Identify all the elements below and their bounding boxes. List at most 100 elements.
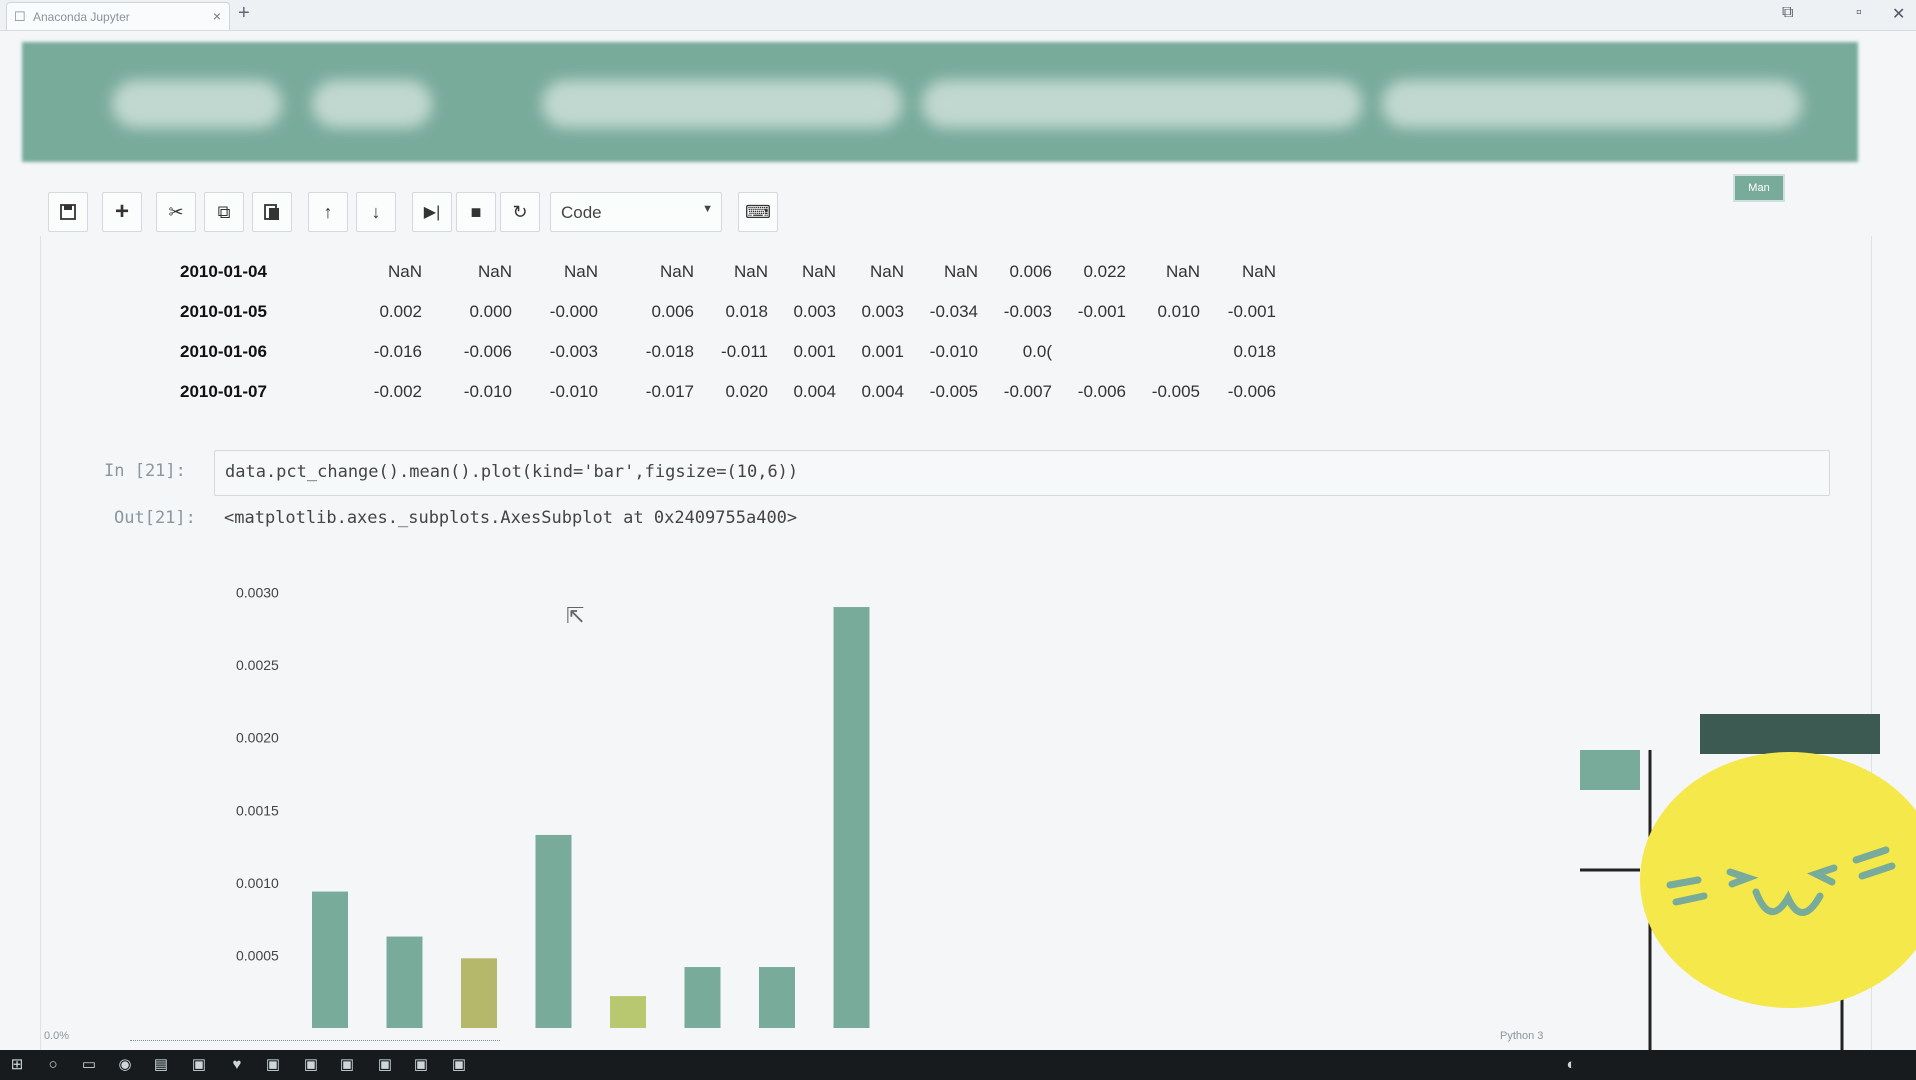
save-icon[interactable] <box>48 192 88 232</box>
folder-icon[interactable]: ▤ <box>152 1056 170 1074</box>
move-down-icon[interactable]: ↓ <box>356 192 396 232</box>
table-cell: 0.001 <box>861 342 904 361</box>
table-cell: -0.001 <box>1077 302 1126 321</box>
restore-icon[interactable]: ⧉ <box>1782 4 1793 22</box>
bar-6 <box>684 967 721 1028</box>
app-icon[interactable]: ▣ <box>450 1056 468 1074</box>
table-cell: -0.010 <box>929 342 978 361</box>
close-tab-icon[interactable]: × <box>213 8 221 24</box>
table-cell: NaN <box>387 262 422 281</box>
row-index: 2010-01-06 <box>180 342 267 361</box>
in-prompt: In [21]: <box>104 461 186 481</box>
table-cell: 0.002 <box>379 302 422 321</box>
bar-7 <box>759 967 795 1028</box>
y-tick-label: 0.0015 <box>236 802 279 818</box>
bar-1 <box>312 891 348 1028</box>
table-cell: -0.003 <box>1003 302 1052 321</box>
y-tick-label: 0.0030 <box>236 585 279 601</box>
search-icon[interactable]: ○ <box>44 1056 62 1074</box>
close-icon[interactable]: ✕ <box>1892 4 1905 24</box>
cut-icon[interactable]: ✂ <box>156 192 196 232</box>
table-cell: NaN <box>869 262 904 281</box>
table-cell: -0.007 <box>1003 382 1052 401</box>
table-cell: NaN <box>563 262 598 281</box>
code-text[interactable]: data.pct_change().mean().plot(kind='bar'… <box>225 462 798 482</box>
restart-icon[interactable]: ↻ <box>500 192 540 232</box>
table-cell: NaN <box>801 262 836 281</box>
table-cell: -0.006 <box>1077 382 1126 401</box>
table-cell: NaN <box>1165 262 1200 281</box>
code-cell[interactable]: data.pct_change().mean().plot(kind='bar'… <box>214 450 1830 496</box>
app-icon[interactable]: ▣ <box>376 1056 394 1074</box>
start-icon[interactable]: ⊞ <box>8 1056 26 1074</box>
stop-icon[interactable]: ■ <box>456 192 496 232</box>
row-index: 2010-01-05 <box>180 302 267 321</box>
table-cell: -0.010 <box>463 382 512 401</box>
new-tab-button[interactable]: + <box>238 2 250 25</box>
tab-title: Anaconda Jupyter <box>33 10 130 24</box>
move-up-icon[interactable]: ↑ <box>308 192 348 232</box>
table-cell: 0.004 <box>793 382 836 401</box>
y-tick-label: 0.0020 <box>236 730 279 746</box>
status-bar: 0.0% Python 3 <box>0 1024 1916 1050</box>
table-cell: -0.001 <box>1227 302 1276 321</box>
output-text: <matplotlib.axes._subplots.AxesSubplot a… <box>224 508 798 528</box>
bar-4 <box>535 834 572 1028</box>
cell-type-select[interactable]: Code ▼ <box>550 192 722 232</box>
table-cell: -0.006 <box>1227 382 1276 401</box>
y-tick-label: 0.0025 <box>236 657 279 673</box>
table-cell: -0.017 <box>645 382 694 401</box>
app-icon[interactable]: ♥ <box>228 1056 246 1074</box>
table-cell: NaN <box>1241 262 1276 281</box>
table-cell: 0.022 <box>1083 262 1126 281</box>
copy-icon[interactable]: ⧉ <box>204 192 244 232</box>
bar-2 <box>386 936 423 1028</box>
mouse-cursor-icon: ⇱ <box>566 603 585 628</box>
table-cell: -0.000 <box>549 302 598 321</box>
table-cell: -0.005 <box>929 382 978 401</box>
sticker-overlay <box>1580 714 1916 1055</box>
table-cell: NaN <box>943 262 978 281</box>
run-icon[interactable]: ▶| <box>412 192 452 232</box>
table-cell: -0.016 <box>373 342 422 361</box>
table-cell: 0.010 <box>1157 302 1200 321</box>
app-icon[interactable]: ▣ <box>412 1056 430 1074</box>
table-cell: -0.006 <box>463 342 512 361</box>
app-icon[interactable]: ▣ <box>264 1056 282 1074</box>
app-icon[interactable]: ▣ <box>302 1056 320 1074</box>
app-icon[interactable]: ▣ <box>190 1056 208 1074</box>
keyboard-icon[interactable]: ⌨ <box>738 192 778 232</box>
add-icon[interactable]: + <box>102 192 142 232</box>
blurred-header-content <box>22 42 1858 162</box>
table-cell: -0.005 <box>1151 382 1200 401</box>
dataframe-output: 2010-01-04 NaN NaN NaN NaN NaN NaN NaN NaN 0.006 0… <box>180 252 1276 412</box>
table-cell: -0.018 <box>645 342 694 361</box>
task-view-icon[interactable]: ▭ <box>80 1056 98 1074</box>
table-row: 2010-01-07 -0.002 -0.010 -0.010 -0.017 0.020 0… <box>180 372 1276 412</box>
paste-icon[interactable] <box>252 192 292 232</box>
table-row: 2010-01-04 NaN NaN NaN NaN NaN NaN NaN NaN 0.006 0… <box>180 252 1276 292</box>
table-cell: 0.001 <box>793 342 836 361</box>
table-cell: NaN <box>733 262 768 281</box>
table-cell: NaN <box>659 262 694 281</box>
browser-app-icon[interactable]: ◉ <box>116 1056 134 1074</box>
status-left: 0.0% <box>44 1030 70 1042</box>
table-cell: -0.003 <box>549 342 598 361</box>
tray-icon[interactable]: ◐ <box>1562 1056 1580 1074</box>
kernel-badge[interactable]: Man <box>1733 174 1785 202</box>
table-row: 2010-01-05 0.002 0.000 -0.000 0.006 0.018 0.00… <box>180 292 1276 332</box>
out-prompt: Out[21]: <box>114 508 196 528</box>
table-cell: 0.003 <box>861 302 904 321</box>
table-cell: 0.006 <box>651 302 694 321</box>
browser-tab[interactable]: ☐ Anaconda Jupyter × <box>6 2 230 30</box>
app-icon[interactable]: ▣ <box>338 1056 356 1074</box>
status-link[interactable] <box>130 1032 500 1041</box>
minimize-icon[interactable]: ▫ <box>1856 4 1862 22</box>
cell-type-label: Code <box>561 203 602 222</box>
table-cell: 0.003 <box>793 302 836 321</box>
page-icon: ☐ <box>14 9 26 24</box>
chevron-down-icon: ▼ <box>702 203 713 215</box>
bar-chart: 0.0005 0.0010 0.0015 0.0020 0.0025 0.0030 <box>236 585 870 1028</box>
row-index: 2010-01-04 <box>180 262 267 281</box>
table-cell: 0.004 <box>861 382 904 401</box>
